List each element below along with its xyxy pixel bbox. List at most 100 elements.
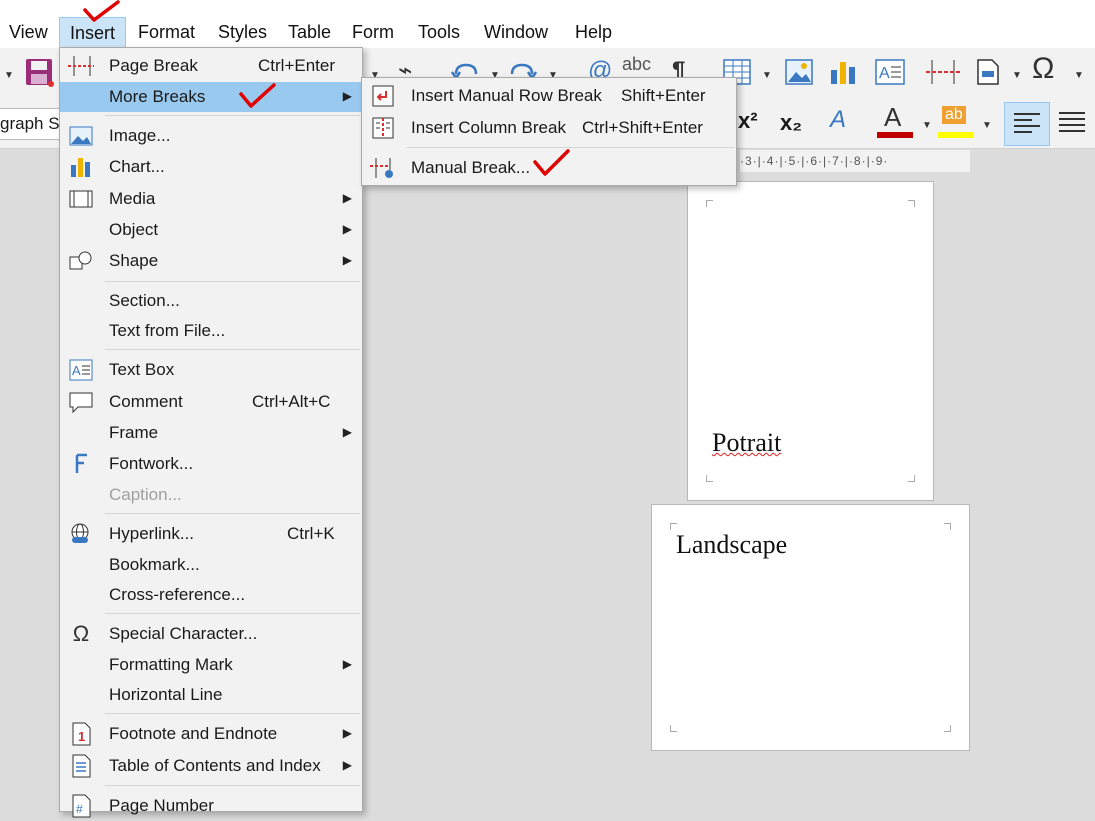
menu-item-special-character[interactable]: Ω Special Character... [60, 619, 362, 649]
insert-chart-icon[interactable] [828, 58, 858, 86]
menu-styles[interactable]: Styles [218, 22, 267, 43]
paragraph-style-box[interactable]: graph St [0, 108, 67, 140]
menu-item-comment[interactable]: Comment Ctrl+Alt+C [60, 387, 362, 417]
highlighting-color-icon[interactable]: ab [942, 106, 966, 124]
menu-item-label: Bookmark... [109, 555, 200, 574]
menu-separator [105, 281, 360, 282]
menu-item-label: Object [109, 220, 159, 239]
menu-item-label: Cross-reference... [109, 585, 246, 604]
image-icon [69, 126, 93, 146]
page-corner-mark [670, 523, 677, 530]
menu-item-image[interactable]: Image... [60, 121, 362, 151]
align-left-button[interactable] [1004, 102, 1050, 146]
menu-item-media[interactable]: Media ▶ [60, 184, 362, 214]
menu-item-shape[interactable]: Shape ▶ [60, 246, 362, 276]
menu-item-shortcut: Ctrl+Shift+Enter [582, 118, 703, 137]
menu-item-horizontal-line[interactable]: Horizontal Line [60, 680, 362, 710]
menu-item-shortcut: Shift+Enter [621, 86, 706, 105]
menu-item-footnote-endnote[interactable]: 1 Footnote and Endnote ▶ [60, 719, 362, 749]
menu-form[interactable]: Form [352, 22, 394, 43]
page2-text[interactable]: Landscape [676, 530, 787, 560]
page-corner-mark [706, 475, 713, 482]
menu-window[interactable]: Window [484, 22, 548, 43]
menu-separator [105, 785, 360, 786]
menu-item-object[interactable]: Object ▶ [60, 215, 362, 245]
menu-item-label: Hyperlink... [109, 524, 195, 543]
special-character-icon[interactable]: Ω [1032, 54, 1054, 84]
submenu-arrow-icon: ▶ [342, 726, 352, 740]
save-icon[interactable] [25, 58, 55, 88]
spelling-icon[interactable]: abc [622, 54, 651, 75]
menu-separator [105, 513, 360, 514]
menu-item-caption: Caption... [60, 480, 362, 510]
submenu-arrow-icon: ▶ [342, 425, 352, 439]
menu-item-section[interactable]: Section... [60, 286, 362, 316]
highlight-color-swatch [938, 132, 974, 138]
svg-text:A: A [879, 65, 890, 82]
menu-item-hyperlink[interactable]: Hyperlink... Ctrl+K [60, 519, 362, 549]
menu-view[interactable]: View [9, 22, 48, 43]
font-color-icon[interactable]: A [884, 102, 901, 133]
menu-item-insert-manual-row-break[interactable]: Insert Manual Row Break Shift+Enter [362, 81, 736, 111]
menu-item-table-of-contents[interactable]: Table of Contents and Index ▶ [60, 751, 362, 781]
menu-item-cross-reference[interactable]: Cross-reference... [60, 580, 362, 610]
menu-tools[interactable]: Tools [418, 22, 460, 43]
menu-item-label: Image... [109, 126, 171, 145]
menu-item-shortcut: Ctrl+Enter [258, 56, 335, 75]
page1-text[interactable]: Potrait [712, 428, 781, 458]
row-break-icon [372, 85, 394, 107]
menu-item-chart[interactable]: Chart... [60, 152, 362, 182]
submenu-arrow-icon: ▶ [342, 657, 352, 671]
menu-format[interactable]: Format [138, 22, 195, 43]
dropdown-arrow-icon[interactable]: ▼ [922, 120, 932, 131]
superscript-icon[interactable]: x² [738, 108, 758, 134]
insert-image-icon[interactable] [784, 58, 814, 86]
svg-text:A: A [72, 363, 81, 378]
insert-text-box-icon[interactable]: A [874, 58, 906, 86]
menu-item-fontwork[interactable]: Fontwork... [60, 449, 362, 479]
manual-break-icon [370, 158, 393, 178]
page-break-icon[interactable] [926, 58, 960, 86]
media-icon [69, 190, 93, 208]
page-number-icon: # [72, 794, 91, 818]
menu-item-text-box[interactable]: A Text Box [60, 355, 362, 385]
submenu-arrow-icon: ▶ [342, 222, 352, 236]
annotation-checkmark [239, 83, 276, 108]
menu-item-more-breaks[interactable]: More Breaks ▶ [60, 82, 362, 112]
menu-separator [105, 713, 360, 714]
dropdown-arrow-icon[interactable]: ▼ [1012, 70, 1022, 81]
menu-help[interactable]: Help [575, 22, 612, 43]
menu-item-text-from-file[interactable]: Text from File... [60, 316, 362, 346]
page-corner-mark [944, 523, 951, 530]
menu-item-insert-column-break[interactable]: Insert Column Break Ctrl+Shift+Enter [362, 113, 736, 143]
menu-item-label: Insert Manual Row Break [411, 86, 602, 105]
menu-item-page-break[interactable]: Page Break Ctrl+Enter [60, 51, 362, 81]
page-corner-mark [944, 725, 951, 732]
page-corner-mark [706, 200, 713, 207]
subscript-icon[interactable]: x₂ [780, 110, 802, 136]
paragraph-style-value[interactable]: graph St [0, 114, 64, 134]
menu-item-label: Media [109, 189, 156, 208]
justify-icon[interactable] [1052, 102, 1092, 144]
submenu-arrow-icon: ▶ [342, 89, 352, 103]
dropdown-arrow-icon[interactable]: ▼ [982, 120, 992, 131]
svg-text:1: 1 [78, 729, 85, 744]
page-landscape[interactable]: Landscape [651, 504, 970, 751]
menu-item-bookmark[interactable]: Bookmark... [60, 550, 362, 580]
menu-table[interactable]: Table [288, 22, 331, 43]
shape-icon [69, 251, 92, 270]
dropdown-arrow-icon[interactable]: ▼ [1074, 70, 1084, 81]
menu-item-formatting-mark[interactable]: Formatting Mark ▶ [60, 650, 362, 680]
character-highlight-icon[interactable]: A [830, 106, 846, 134]
dropdown-arrow-icon[interactable]: ▼ [4, 70, 14, 81]
menu-item-label: Manual Break... [411, 158, 531, 177]
dropdown-arrow-icon[interactable]: ▼ [762, 70, 772, 81]
menu-item-frame[interactable]: Frame ▶ [60, 418, 362, 448]
chart-icon [71, 158, 90, 177]
page-portrait[interactable]: Potrait [687, 181, 934, 501]
ruler[interactable]: ·3·|·4·|·5·|·6·|·7·|·8·|·9· [740, 150, 970, 172]
menu-bar: View Insert Format Styles Table Form Too… [0, 0, 1095, 49]
menu-item-label: Fontwork... [109, 454, 194, 473]
insert-field-icon[interactable] [974, 58, 1002, 86]
menu-item-page-number[interactable]: # Page Number [60, 791, 362, 821]
